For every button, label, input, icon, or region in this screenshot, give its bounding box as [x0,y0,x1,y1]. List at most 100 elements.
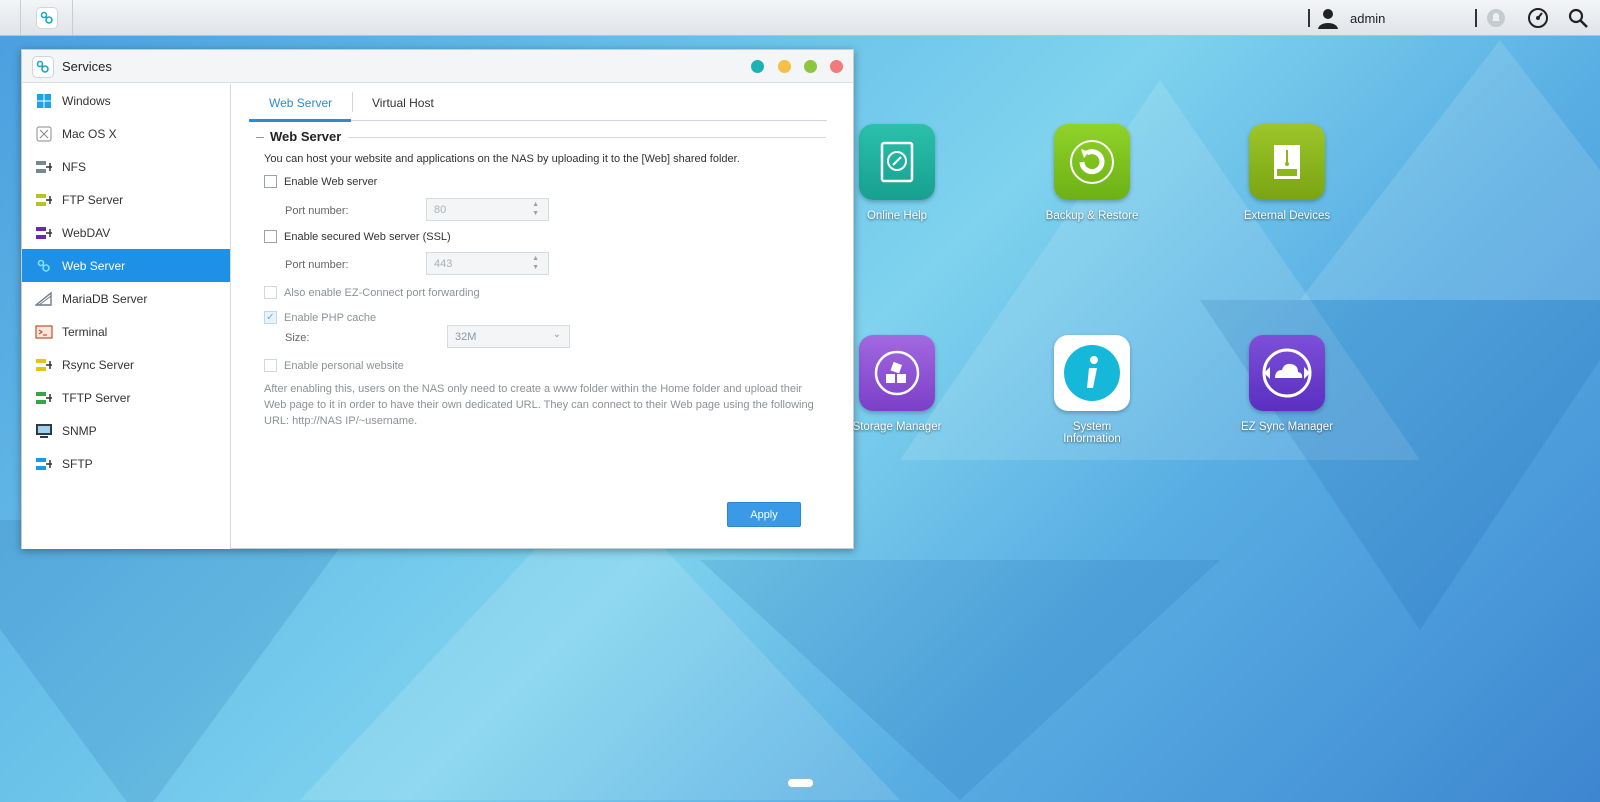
checkbox-label: Enable personal website [284,359,404,372]
web-server-panel: Web Server Virtual Host Web Server You c… [232,84,853,549]
sidebar-item-label: Terminal [62,324,108,339]
sidebar-item-sftp[interactable]: SFTP [22,447,230,480]
minimize-button[interactable] [778,60,791,73]
mariadb-icon [35,290,53,308]
system-information-icon [1054,335,1130,411]
apply-button[interactable]: Apply [727,502,801,527]
spin-down-icon[interactable]: ▼ [532,210,539,217]
spin-up-icon[interactable]: ▲ [532,255,539,262]
sftp-icon [35,455,53,473]
checkbox-box[interactable] [264,359,277,372]
desktop-icon-online-help[interactable]: Online Help [837,124,957,222]
nfs-icon [35,158,53,176]
desktop-icon-storage-manager[interactable]: Storage Manager [837,335,957,433]
spin-up-icon[interactable]: ▲ [532,201,539,208]
user-name[interactable]: admin [1350,11,1385,26]
sidebar-item-web-server[interactable]: Web Server [22,249,230,282]
sidebar-item-ftp-server[interactable]: FTP Server [22,183,230,216]
tab-divider [352,92,353,112]
spin-down-icon[interactable]: ▼ [532,264,539,271]
personal-website-note: After enabling this, users on the NAS on… [264,383,814,427]
desktop-icon-label: System Information [1063,421,1121,445]
sidebar-item-label: FTP Server [62,192,124,207]
http-port-value: 80 [434,204,447,216]
cache-size-value: 32M [455,331,477,343]
sidebar-item-label: Mac OS X [62,126,117,141]
chevron-down-icon: ⌄ [552,329,561,340]
desktop-icon-external-devices[interactable]: External Devices [1227,124,1347,222]
tab-bar: Web Server Virtual Host [249,84,827,122]
sidebar-item-snmp[interactable]: SNMP [22,414,230,447]
desktop-icon-backup-restore[interactable]: Backup & Restore [1032,124,1152,222]
sidebar-item-mariadb-server[interactable]: MariaDB Server [22,282,230,315]
sidebar-item-windows[interactable]: Windows [22,84,230,117]
sidebar-item-label: NFS [62,159,86,174]
size-label: Size: [285,332,310,344]
sidebar-item-rsync-server[interactable]: Rsync Server [22,348,230,381]
desktop-icon-label: Online Help [866,210,928,222]
php-cache-checkbox[interactable]: ✓ Enable PHP cache [264,311,376,324]
close-button[interactable] [830,60,843,73]
sidebar-item-label: MariaDB Server [62,291,148,306]
desktop-icon-label: Storage Manager [852,421,942,433]
terminal-icon [35,323,53,341]
section-divider [348,137,826,138]
checkbox-box[interactable] [264,286,277,299]
window-title-bar[interactable]: Services [22,50,853,83]
sidebar-item-nfs[interactable]: NFS [22,150,230,183]
webdav-icon [35,224,53,242]
online-help-icon [859,124,935,200]
checkbox-label: Enable Web server [284,175,378,188]
external-devices-icon [1249,124,1325,200]
windows-icon [35,92,53,110]
search-icon[interactable] [1567,7,1589,29]
ez-sync-manager-icon [1249,335,1325,411]
sidebar-item-label: SFTP [62,456,93,471]
user-icon[interactable] [1317,7,1339,29]
sidebar-item-webdav[interactable]: WebDAV [22,216,230,249]
section-collapse-icon[interactable] [256,137,264,138]
macos-icon [35,125,53,143]
desktop-icon-label: Backup & Restore [1045,210,1139,222]
help-button[interactable] [751,60,764,73]
section-description: You can host your website and applicatio… [264,153,740,165]
snmp-icon [35,422,53,440]
tab-web-server[interactable]: Web Server [269,96,332,110]
desktop-icon-system-information[interactable]: System Information [1032,335,1152,445]
storage-manager-icon [859,335,935,411]
sidebar-item-terminal[interactable]: Terminal [22,315,230,348]
personal-website-checkbox[interactable]: Enable personal website [264,359,404,372]
cache-size-select[interactable]: 32M ⌄ [447,325,570,348]
ez-connect-checkbox[interactable]: Also enable EZ-Connect port forwarding [264,286,480,299]
http-port-stepper[interactable]: 80 ▲ ▼ [426,198,549,221]
notification-icon[interactable] [1485,7,1507,29]
enable-ssl-checkbox[interactable]: Enable secured Web server (SSL) [264,230,451,243]
rsync-icon [35,356,53,374]
https-port-stepper[interactable]: 443 ▲ ▼ [426,252,549,275]
window-title: Services [62,59,112,74]
checkbox-label: Enable PHP cache [284,311,377,324]
web-server-icon [35,257,53,275]
maximize-button[interactable] [804,60,817,73]
checkbox-box[interactable] [264,175,277,188]
top-bar-divider [1475,9,1477,27]
active-tab-indicator [249,119,351,122]
top-bar-divider [1308,9,1310,27]
desktop-icon-ez-sync-manager[interactable]: EZ Sync Manager [1227,335,1347,433]
https-port-value: 443 [434,258,453,270]
sidebar-item-label: TFTP Server [62,390,131,405]
port-number-label: Port number: [285,205,349,217]
checkbox-box[interactable] [264,230,277,243]
checkmark-icon[interactable]: ✓ [264,311,277,324]
top-bar: admin [0,0,1600,36]
services-window: Services Windows Mac OS X NFS FTP Server… [21,49,854,549]
activity-monitor-icon[interactable] [1527,7,1549,29]
checkbox-label: Enable secured Web server (SSL) [284,230,451,243]
dock-handle[interactable] [787,778,814,788]
sidebar-item-mac-os-x[interactable]: Mac OS X [22,117,230,150]
tab-virtual-host[interactable]: Virtual Host [372,96,434,110]
sidebar-item-tftp-server[interactable]: TFTP Server [22,381,230,414]
main-menu-button[interactable] [20,0,73,35]
enable-web-server-checkbox[interactable]: Enable Web server [264,175,377,188]
desktop-icon-label: EZ Sync Manager [1240,421,1334,433]
